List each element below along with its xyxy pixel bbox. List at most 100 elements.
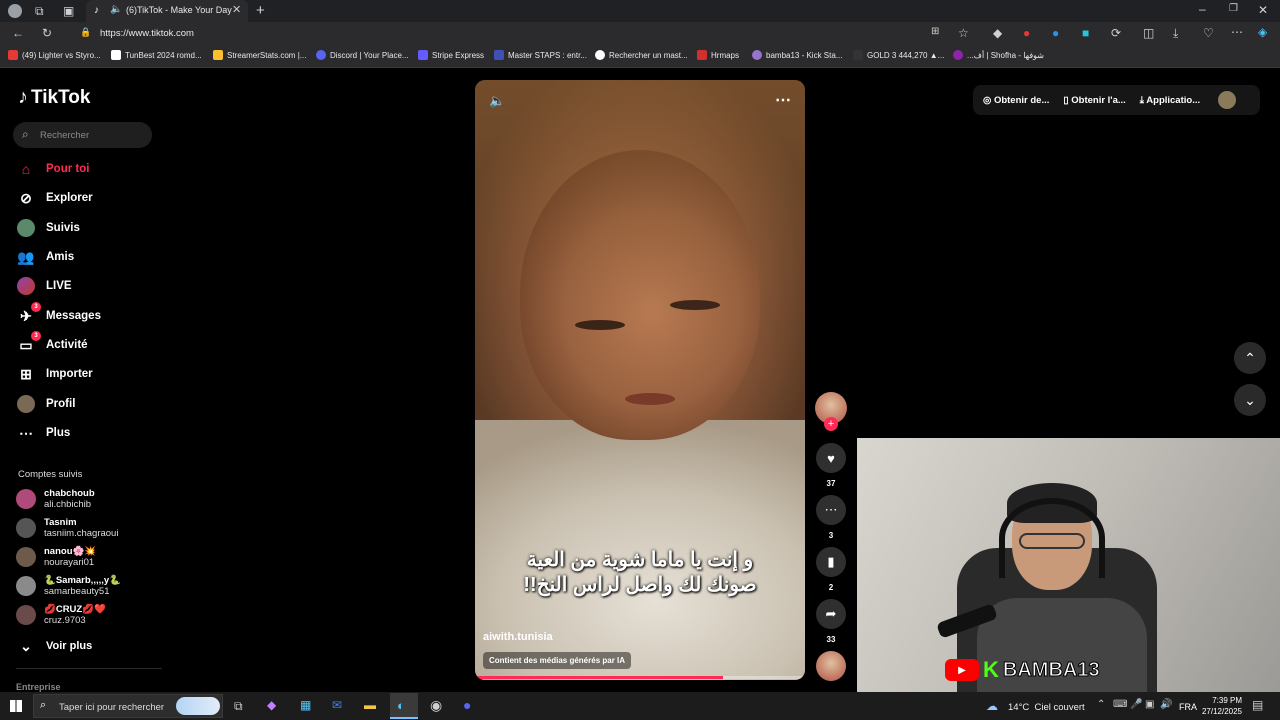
profile-icon[interactable] <box>8 4 22 18</box>
user-avatar[interactable] <box>1218 91 1237 109</box>
tab-audio-icon[interactable]: 🔈 <box>110 4 122 15</box>
maximize-icon[interactable]: ❐ <box>1229 4 1238 14</box>
volume-icon[interactable]: 🔊 <box>1160 700 1172 710</box>
bookmark-discord[interactable]: Discord | Your Place... <box>316 50 409 60</box>
get-coins-button[interactable]: ◎ Obtenir de... <box>983 95 1049 106</box>
nav-plus[interactable]: ⋯ Plus <box>16 423 70 443</box>
new-tab-icon[interactable]: + <box>256 3 265 18</box>
activity-badge: 3 <box>31 331 41 341</box>
save-button[interactable]: ▮ <box>816 547 846 577</box>
back-icon[interactable]: ← <box>12 27 24 39</box>
nav-live[interactable]: LIVE <box>16 276 72 296</box>
video-more-icon[interactable]: ⋯ <box>775 90 791 110</box>
tab-tiktok[interactable]: ♪ 🔈 (6)TikTok - Make Your Day ✕ <box>86 0 248 22</box>
followed-account[interactable]: chabchoub ali.chbichib <box>16 488 95 510</box>
search-input[interactable]: ⌕ Rechercher <box>13 122 152 148</box>
share-button[interactable]: ➦ <box>816 599 846 629</box>
extension-4-icon[interactable]: ■ <box>1082 27 1089 39</box>
windows-start-icon[interactable] <box>10 700 22 712</box>
notifications-icon[interactable]: ▤ <box>1252 699 1263 711</box>
store-icon[interactable]: ▦ <box>300 699 311 711</box>
outlook-icon[interactable]: ✉ <box>332 699 342 711</box>
bookmark-master-staps[interactable]: Master STAPS : entr... <box>494 50 587 60</box>
nav-explorer[interactable]: ⊘ Explorer <box>16 188 93 208</box>
bookmark-stripe[interactable]: Stripe Express <box>418 50 484 60</box>
extension-1-icon[interactable]: ◆ <box>993 27 1002 39</box>
bookmark-youtube[interactable]: (49) Lighter vs Styro... <box>8 50 101 60</box>
bookmark-hrmaps[interactable]: Hrmaps <box>697 50 739 60</box>
caption-line: صونك لك واصل لراس النخ!! <box>523 574 757 596</box>
like-button[interactable]: ♥ <box>816 443 846 473</box>
bookmark-streamerstats[interactable]: StreamerStats.com |... <box>213 50 306 60</box>
messages-badge: 3 <box>31 302 41 312</box>
music-disc-avatar[interactable] <box>816 651 846 681</box>
extension-2-icon[interactable]: ● <box>1023 27 1030 39</box>
keyboard-icon[interactable]: ⌨ <box>1113 700 1127 710</box>
task-view-icon[interactable]: ⧉ <box>234 700 243 712</box>
youtube-logo-icon: ▶ <box>945 659 979 681</box>
nav-amis[interactable]: 👥 Amis <box>16 247 74 267</box>
network-icon[interactable]: ▣ <box>1145 700 1154 710</box>
extension-3-icon[interactable]: ● <box>1052 27 1059 39</box>
shofha-icon <box>953 50 963 60</box>
bookmark-shofha[interactable]: ...أف | Shofha - شوفها <box>953 50 1044 60</box>
discord-taskbar-icon[interactable]: ● <box>463 698 471 712</box>
tiktok-logo[interactable]: ♪ TikTok <box>18 86 90 109</box>
nav-activite[interactable]: ▭ 3 Activité <box>16 331 88 355</box>
home-icon: ⌂ <box>21 161 31 177</box>
workspaces-icon[interactable]: ⧉ <box>35 5 44 17</box>
nav-profil[interactable]: Profil <box>16 394 75 414</box>
tray-chevron-icon[interactable]: ⌃ <box>1097 700 1105 710</box>
mute-icon[interactable]: 🔈 <box>489 93 505 109</box>
previous-video-button[interactable]: ⌃ <box>1234 342 1266 374</box>
bookmark-tunbest[interactable]: TunBest 2024 romd... <box>111 50 202 60</box>
copilot-icon[interactable]: ◈ <box>1258 26 1267 38</box>
copilot-app-icon[interactable]: ◆ <box>267 699 276 711</box>
taskbar-search-input[interactable]: ⌕ Taper ici pour rechercher <box>33 694 223 718</box>
followed-heading: Comptes suivis <box>18 469 83 480</box>
split-screen-icon[interactable]: ◫ <box>1143 27 1154 39</box>
downloads-icon[interactable]: ⤓ <box>1173 27 1178 39</box>
bookmark-rechercher-master[interactable]: Rechercher un mast... <box>595 50 688 60</box>
followed-account[interactable]: 🐍Samarb,,,,,y🐍 samarbeauty51 <box>16 575 121 597</box>
favorite-star-icon[interactable]: ☆ <box>958 27 969 39</box>
extensions-icon[interactable]: ⟳ <box>1111 27 1121 39</box>
edge-taskbar-icon[interactable]: ◐ <box>390 693 418 719</box>
see-more-button[interactable]: ⌄ Voir plus <box>16 636 92 656</box>
avatar <box>16 518 36 538</box>
browser-essentials-icon[interactable]: ♡ <box>1203 27 1214 39</box>
app-available-icon[interactable]: ⊞ <box>931 27 939 37</box>
weather-text[interactable]: 14°C Ciel couvert <box>1008 702 1085 713</box>
obs-icon[interactable]: ◉ <box>430 698 442 712</box>
footer-entreprise[interactable]: Entreprise <box>16 682 61 692</box>
nav-pour-toi[interactable]: ⌂ Pour toi <box>16 159 90 179</box>
bookmark-kick[interactable]: bamba13 - Kick Sta... <box>752 50 842 60</box>
video-player[interactable]: 🔈 ⋯ و إنت يا ماما شوية من العية صونك لك … <box>475 80 805 680</box>
minimize-icon[interactable]: – <box>1199 3 1206 15</box>
microphone-icon[interactable]: 🎤 <box>1130 700 1142 710</box>
tab-actions-icon[interactable]: ▣ <box>63 5 74 17</box>
video-author[interactable]: aiwith.tunisia <box>483 631 553 643</box>
file-explorer-icon[interactable]: ▬ <box>364 699 376 711</box>
clock[interactable]: 7:39 PM 27/12/2025 <box>1198 695 1242 717</box>
browser-tab-bar: ⧉ ▣ ♪ 🔈 (6)TikTok - Make Your Day ✕ + – … <box>0 0 1280 22</box>
next-video-button[interactable]: ⌄ <box>1234 384 1266 416</box>
follow-plus-icon[interactable]: + <box>824 417 838 431</box>
bookmark-gold[interactable]: GOLD 3 444,270 ▲... <box>853 50 944 60</box>
nav-messages[interactable]: ✈ 3 Messages <box>16 302 101 326</box>
desktop-app-button[interactable]: ⤓ Applicatio... <box>1140 95 1200 106</box>
followed-account[interactable]: 💋CRUZ💋❤️ cruz.9703 <box>16 604 106 626</box>
get-app-button[interactable]: ▯ Obtenir l'a... <box>1063 95 1125 106</box>
followed-account[interactable]: Tasnim tasniim.chagraoui <box>16 517 118 539</box>
comment-button[interactable]: ⋯ <box>816 495 846 525</box>
url-field[interactable]: 🔒 https://www.tiktok.com <box>74 24 974 44</box>
close-tab-icon[interactable]: ✕ <box>232 3 241 16</box>
close-window-icon[interactable]: ✕ <box>1258 4 1268 16</box>
nav-suivis[interactable]: Suivis <box>16 218 80 238</box>
reload-icon[interactable]: ↻ <box>42 27 52 39</box>
settings-menu-icon[interactable]: ⋯ <box>1231 26 1243 38</box>
nav-importer[interactable]: ⊞ Importer <box>16 364 93 384</box>
followed-account[interactable]: nanou🌸💥 nourayari01 <box>16 546 96 568</box>
video-progress-track[interactable] <box>475 676 805 679</box>
language-indicator[interactable]: FRA <box>1179 702 1197 712</box>
